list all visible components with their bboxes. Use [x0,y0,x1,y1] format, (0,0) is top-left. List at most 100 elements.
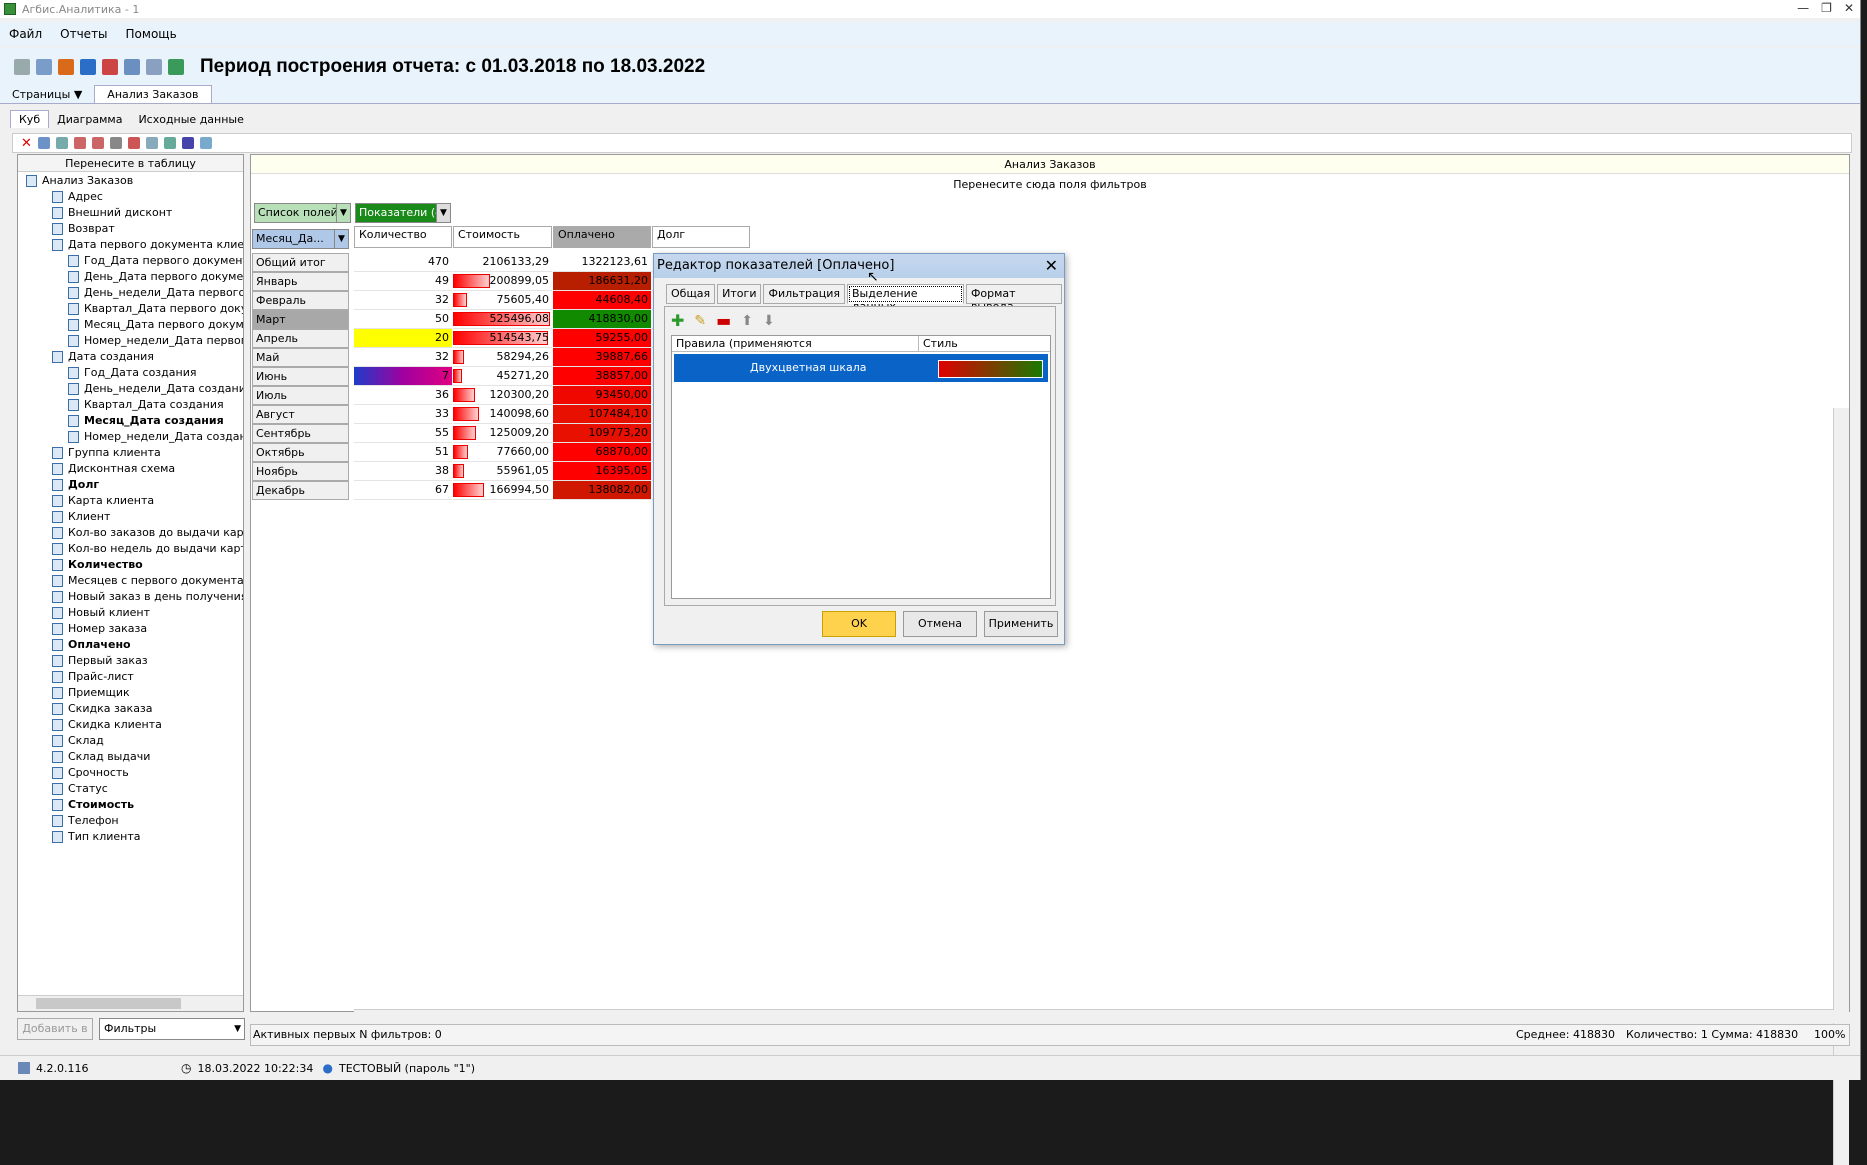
tree-node[interactable]: Количество [52,557,143,573]
move-up-icon[interactable]: ⬆ [741,313,753,329]
menu-file[interactable]: Файл [0,27,51,41]
cost-cell[interactable]: 77660,00 [453,443,552,462]
tab-filtering[interactable]: Фильтрация [763,284,845,304]
cost-cell[interactable]: 125009,20 [453,424,552,443]
sort-icon[interactable] [109,137,122,149]
tab-output-format[interactable]: Формат вывода [965,284,1062,313]
tab-orders-analysis[interactable]: Анализ Заказов [94,85,212,103]
row-header[interactable]: Август [252,405,349,424]
tree-node[interactable]: Номер_недели_Дата создан [68,429,243,445]
tree-node[interactable]: Дата первого документа клиент [52,237,243,253]
tree-node[interactable]: Кол-во заказов до выдачи карть [52,525,243,541]
paid-cell[interactable]: 109773,20 [553,424,651,443]
total-icon[interactable] [145,137,158,149]
cost-cell[interactable]: 525496,08 [453,310,552,329]
move-down-icon[interactable]: ⬇ [763,313,775,329]
qty-cell[interactable]: 20 [354,329,452,348]
cost-cell[interactable]: 140098,60 [453,405,552,424]
add-to-button[interactable]: Добавить в [17,1018,93,1040]
target-area-combo[interactable]: Фильтры [99,1018,245,1040]
paid-cell[interactable]: 38857,00 [553,367,651,386]
report-icon[interactable] [102,59,118,75]
tree-node[interactable]: Квартал_Дата первого доку [68,301,243,317]
tree-node[interactable]: Приемщик [52,685,130,701]
cost-cell[interactable]: 2106133,29 [453,253,552,272]
qty-cell[interactable]: 32 [354,348,452,367]
paid-cell[interactable]: 39887,66 [553,348,651,367]
tree-node[interactable]: Месяц_Дата первого докуме [68,317,243,333]
paid-cell[interactable]: 418830,00 [553,310,651,329]
tab-highlight[interactable]: Выделение данных [847,284,964,313]
cost-cell[interactable]: 166994,50 [453,481,552,500]
col-header-debt[interactable]: Долг [652,226,750,248]
row-header[interactable]: Октябрь [252,443,349,462]
tree-node[interactable]: Карта клиента [52,493,154,509]
row-header[interactable]: Февраль [252,291,349,310]
tree-node[interactable]: Год_Дата создания [68,365,196,381]
row-header[interactable]: Апрель [252,329,349,348]
tree-node[interactable]: Квартал_Дата создания [68,397,224,413]
horizontal-scrollbar[interactable] [18,995,243,1011]
col-header-paid[interactable]: Оплачено [553,226,651,248]
tree-node[interactable]: Дата создания [52,349,154,365]
row-header[interactable]: Декабрь [252,481,349,500]
paid-cell[interactable]: 186631,20 [553,272,651,291]
tab-source-data[interactable]: Исходные данные [130,111,251,128]
row-header[interactable]: Ноябрь [252,462,349,481]
menu-help[interactable]: Помощь [117,27,186,41]
cost-cell[interactable]: 58294,26 [453,348,552,367]
layout-icon[interactable] [37,137,50,149]
dialog-close-icon[interactable]: ✕ [1045,256,1058,275]
remove-rule-icon[interactable]: ▬ [716,311,731,330]
tree-node[interactable]: День_недели_Дата создани [68,381,243,397]
qty-cell[interactable]: 55 [354,424,452,443]
tree-node[interactable]: Месяцев с первого документа кл [52,573,243,589]
pages-dropdown[interactable]: Страницы ▼ [0,86,94,103]
edit-rule-icon[interactable]: ✎ [694,313,706,329]
tree-node[interactable]: Месяц_Дата создания [68,413,224,429]
row-header[interactable]: Июль [252,386,349,405]
tree-node[interactable]: Новый заказ в день получения г [52,589,243,605]
row-header[interactable]: Март [252,310,349,329]
qty-cell[interactable]: 32 [354,291,452,310]
tree-node[interactable]: Тип клиента [52,829,141,845]
qty-cell[interactable]: 49 [354,272,452,291]
row-field-button[interactable]: Месяц_Да... ▼ [252,229,349,249]
tab-cube[interactable]: Куб [10,110,50,128]
apply-button[interactable]: Применить [984,611,1058,637]
table-icon[interactable] [36,59,52,75]
columns-icon[interactable] [146,59,162,75]
qty-cell[interactable]: 7 [354,367,452,386]
grid-icon[interactable] [124,59,140,75]
tree-node[interactable]: Первый заказ [52,653,148,669]
open-icon[interactable] [80,59,96,75]
tree-node[interactable]: Склад выдачи [52,749,150,765]
paid-cell[interactable]: 44608,40 [553,291,651,310]
close-icon[interactable]: ✕ [1844,1,1854,15]
tree-node[interactable]: Новый клиент [52,605,150,621]
col-header-qty[interactable]: Количество [354,226,452,248]
tree-node[interactable]: Склад [52,733,104,749]
cost-cell[interactable]: 200899,05 [453,272,552,291]
cost-cell[interactable]: 55961,05 [453,462,552,481]
tree-node[interactable]: День_недели_Дата первого [68,285,243,301]
settings-icon[interactable] [199,137,212,149]
qty-cell[interactable]: 33 [354,405,452,424]
row-header[interactable]: Январь [252,272,349,291]
expand-icon[interactable] [55,137,68,149]
tab-diagram[interactable]: Диаграмма [49,111,130,128]
collapse-icon[interactable] [73,137,86,149]
minimize-icon[interactable]: — [1797,1,1809,15]
row-header[interactable]: Июнь [252,367,349,386]
tree-node[interactable]: Оплачено [52,637,131,653]
export-icon[interactable] [58,59,74,75]
menu-reports[interactable]: Отчеты [51,27,116,41]
pivot-horizontal-scrollbar[interactable] [354,1009,1834,1023]
maximize-icon[interactable]: ❐ [1821,1,1832,15]
cancel-button[interactable]: Отмена [903,611,977,637]
format-icon[interactable] [181,137,194,149]
tree-node[interactable]: Прайс-лист [52,669,134,685]
row-header[interactable]: Общий итог [252,253,349,272]
delete-icon[interactable]: ✕ [21,136,32,151]
tree-node[interactable]: Скидка заказа [52,701,153,717]
